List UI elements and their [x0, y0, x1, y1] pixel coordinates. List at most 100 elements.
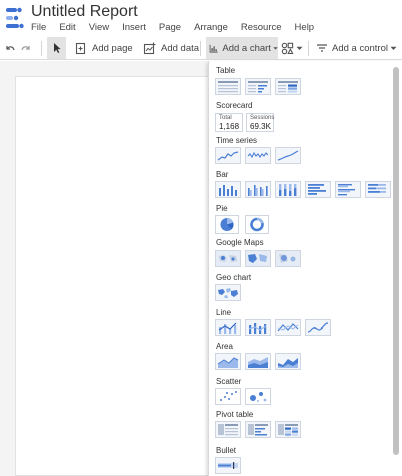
table-bars-icon [248, 81, 268, 93]
filter-icon [317, 44, 327, 52]
scatter-chart-icon [220, 391, 237, 401]
table-icon [218, 81, 238, 93]
menu-edit[interactable]: Edit [59, 22, 75, 36]
add-page-button[interactable]: Add page [75, 37, 133, 59]
add-chart-button[interactable]: Add a chart [206, 37, 278, 59]
chart-option-geo-chart[interactable] [215, 284, 241, 301]
chart-option-bubble[interactable] [245, 388, 271, 405]
report-page[interactable] [15, 76, 225, 476]
chart-option-bullet[interactable] [215, 457, 241, 474]
menu-file[interactable]: File [31, 22, 46, 36]
menu-arrange[interactable]: Arrange [194, 22, 228, 36]
chevron-down-icon [390, 46, 397, 50]
undo-icon [6, 46, 15, 51]
add-page-label: Add page [92, 42, 133, 54]
scorecard-value: 1,168 [219, 122, 240, 131]
add-data-button[interactable]: Add data [143, 37, 199, 59]
chart-option-smoothed-time-series[interactable] [275, 147, 301, 164]
chart-option-table-bars[interactable] [245, 78, 271, 95]
percent-area-icon [278, 358, 298, 368]
undo-button[interactable] [4, 37, 18, 59]
donut-chart-icon [250, 217, 264, 232]
scorecard-value: 69.3K [250, 122, 271, 131]
section-label-table: Table [216, 66, 236, 75]
chart-option-stacked-area[interactable] [245, 353, 271, 370]
chart-option-pivot-table-bars[interactable] [245, 421, 271, 438]
chart-option-area[interactable] [215, 353, 241, 370]
chart-option-grouped-column[interactable] [245, 181, 271, 198]
chart-option-bar[interactable] [305, 181, 331, 198]
toolbar-divider [308, 41, 309, 56]
menu-resource[interactable]: Resource [241, 22, 282, 36]
add-page-icon [75, 42, 86, 54]
chart-option-smoothed-line[interactable] [305, 319, 331, 336]
chart-option-pivot-table-heatmap[interactable] [275, 421, 301, 438]
add-data-label: Add data [161, 42, 200, 54]
menu-view[interactable]: View [89, 22, 109, 36]
bullet-chart-icon [218, 462, 238, 469]
bar-chart-icon [308, 184, 326, 195]
chart-option-scatter[interactable] [215, 388, 241, 405]
chart-option-pie[interactable] [215, 215, 239, 234]
cursor-icon [53, 43, 60, 53]
chart-option-filled-map[interactable] [245, 250, 271, 267]
chart-option-stacked-column[interactable] [275, 181, 301, 198]
section-label-bar: Bar [216, 170, 229, 179]
grouped-column-icon [248, 185, 268, 196]
table-heatmap-icon [278, 81, 298, 93]
chevron-down-icon [273, 46, 278, 50]
chart-option-line[interactable] [275, 319, 301, 336]
time-series-icon [217, 151, 239, 161]
chart-option-column[interactable] [215, 181, 241, 198]
chart-option-heatmap-map[interactable] [275, 250, 301, 267]
smoothed-line-icon [277, 150, 299, 161]
stacked-column-icon [279, 184, 297, 196]
redo-button[interactable] [20, 37, 34, 59]
chart-option-donut[interactable] [245, 215, 269, 234]
menu-bar: File Edit View Insert Page Arrange Resou… [31, 22, 327, 36]
section-label-pie: Pie [216, 204, 228, 213]
menu-page[interactable]: Page [159, 22, 181, 36]
column-chart-icon [219, 185, 237, 196]
community-visualizations-button[interactable] [281, 37, 304, 59]
components-icon [281, 42, 294, 54]
menu-insert[interactable]: Insert [122, 22, 146, 36]
section-label-geo-chart: Geo chart [216, 273, 252, 282]
chart-option-pivot-table[interactable] [215, 421, 241, 438]
section-label-bullet: Bullet [216, 446, 237, 455]
chart-option-scorecard-compact[interactable]: Sessions 69.3K [246, 113, 274, 132]
chart-option-table-heatmap[interactable] [275, 78, 301, 95]
grouped-bar-icon [338, 184, 355, 196]
section-label-pivot-table: Pivot table [216, 410, 254, 419]
chart-option-table[interactable] [215, 78, 241, 95]
chart-option-bubble-map[interactable] [215, 250, 241, 267]
scorecard-label: Total [219, 115, 232, 121]
filled-map-icon [248, 254, 267, 263]
toolbar-divider [200, 41, 201, 56]
select-tool-button[interactable] [47, 37, 66, 59]
toolbar-divider [41, 41, 42, 56]
chart-option-stacked-combo[interactable] [245, 319, 271, 336]
add-chart-label: Add a chart [222, 42, 271, 54]
chart-option-combo[interactable] [215, 319, 241, 336]
data-studio-logo-icon [6, 7, 24, 29]
toolbar: Add page Add data Add a chart Add a cont… [0, 37, 402, 60]
menu-help[interactable]: Help [295, 22, 315, 36]
chart-option-sparkline[interactable] [245, 147, 271, 164]
stacked-bar-icon [368, 184, 386, 193]
chart-option-scorecard[interactable]: Total 1,168 [215, 113, 243, 132]
chart-option-stacked-bar[interactable] [365, 181, 391, 198]
add-control-button[interactable]: Add a control [316, 37, 397, 59]
dropdown-scrollbar[interactable] [393, 67, 399, 455]
line-chart-icon [277, 323, 299, 332]
chart-option-grouped-bar[interactable] [335, 181, 361, 198]
add-control-label: Add a control [332, 42, 388, 54]
pie-chart-icon [220, 218, 234, 231]
chart-type-dropdown: Table Scorecard Total 1,168 Sessions 69.… [208, 61, 402, 476]
report-title[interactable]: Untitled Report [31, 3, 138, 21]
bubble-map-icon [219, 255, 237, 262]
section-label-google-maps: Google Maps [216, 238, 264, 247]
chart-option-time-series[interactable] [215, 147, 241, 164]
pivot-table-bars-icon [248, 424, 268, 436]
chart-option-percent-area[interactable] [275, 353, 301, 370]
